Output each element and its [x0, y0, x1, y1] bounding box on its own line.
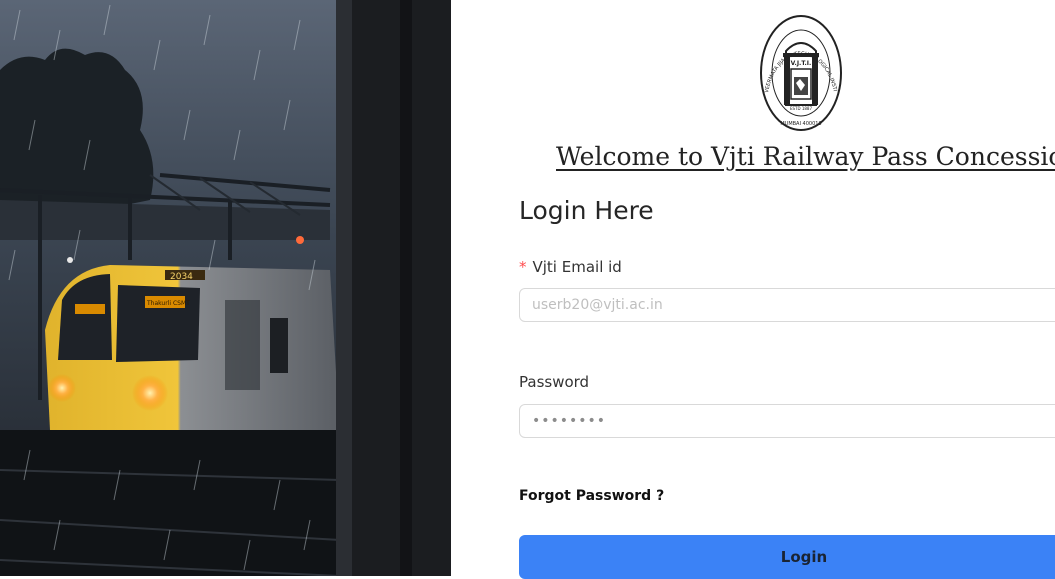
- password-label: Password: [519, 373, 590, 391]
- logo-city: MUMBAI 400019: [780, 121, 821, 127]
- login-title: Login Here: [519, 196, 654, 225]
- train-destination: Thakurli CSMT: [146, 300, 190, 307]
- forgot-password-link[interactable]: Forgot Password ?: [519, 488, 664, 504]
- password-masked-value: ••••••••: [532, 413, 607, 429]
- password-field[interactable]: ••••••••: [519, 404, 1055, 438]
- required-mark: *: [519, 258, 527, 276]
- email-field[interactable]: userb20@vjti.ac.in: [519, 288, 1055, 322]
- logo-inner-text: V.J.T.I.: [791, 60, 812, 67]
- logo-estd: ESTD 1887: [790, 106, 812, 111]
- email-placeholder: userb20@vjti.ac.in: [532, 297, 663, 313]
- welcome-heading: Welcome to Vjti Railway Pass Concession: [556, 142, 1055, 171]
- login-button[interactable]: Login: [519, 535, 1055, 579]
- train-number: 2034: [170, 272, 193, 282]
- email-label-text: Vjti Email id: [532, 258, 622, 276]
- login-button-label: Login: [780, 548, 828, 566]
- email-label: * Vjti Email id: [519, 258, 622, 276]
- hero-image: 2034 Thakurli CSMT: [0, 0, 451, 576]
- train-in-rain-illustration: 2034 Thakurli CSMT: [0, 0, 451, 576]
- vjti-logo: V.J.T.I. ESTD 1887 MUMBAI 400019 VEERMAT…: [758, 13, 842, 131]
